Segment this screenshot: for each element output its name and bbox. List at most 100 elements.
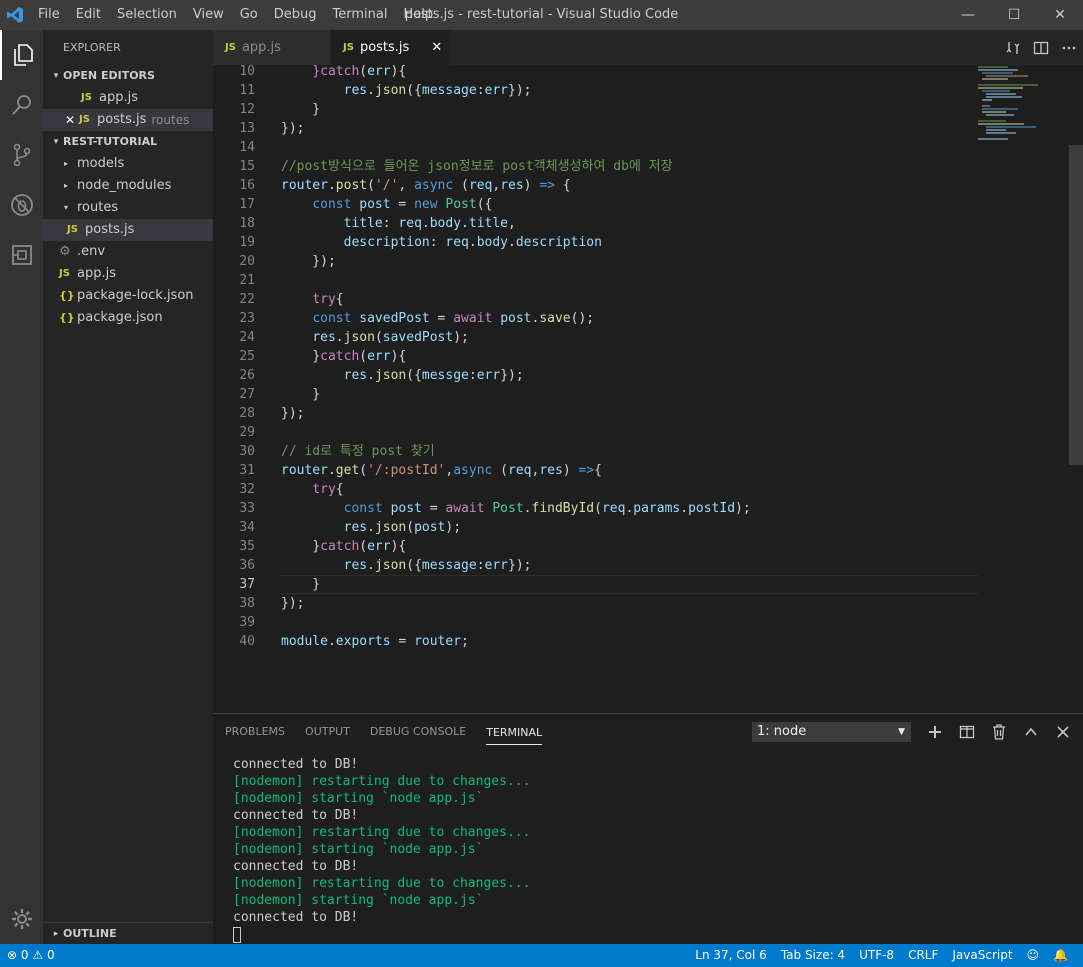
- code-line: 34 res.json(post);: [213, 518, 1083, 537]
- terminal-cursor: [233, 926, 241, 943]
- tab-posts-js[interactable]: JS posts.js ✕: [331, 30, 451, 65]
- tree-file-posts-js[interactable]: JS posts.js: [43, 219, 213, 241]
- maximize-button[interactable]: ☐: [991, 0, 1037, 30]
- menu-file[interactable]: File: [30, 0, 68, 30]
- tree-file-app-js[interactable]: JS app.js: [43, 263, 213, 285]
- menu-edit[interactable]: Edit: [68, 0, 109, 30]
- code-token: });: [508, 83, 532, 98]
- tree-file-package-json[interactable]: {} package.json: [43, 307, 213, 329]
- tree-file-package-lock-json[interactable]: {} package-lock.json: [43, 285, 213, 307]
- open-editor-item-app-js[interactable]: JS app.js: [43, 87, 213, 109]
- code-token: (: [594, 501, 602, 516]
- code-text: res.json(savedPost);: [281, 328, 469, 347]
- code-line: 17 const post = new Post({: [213, 195, 1083, 214]
- manage-button[interactable]: [0, 904, 43, 934]
- terminal-prompt[interactable]: [233, 926, 1073, 943]
- terminal-select[interactable]: 1: node ▼: [752, 722, 911, 742]
- tab-output[interactable]: OUTPUT: [305, 714, 350, 750]
- code-token: .: [468, 235, 477, 250]
- code-token: }: [281, 577, 321, 592]
- tree-folder-models[interactable]: ▸ models: [43, 153, 213, 175]
- tree-folder-routes[interactable]: ▾ routes: [43, 197, 213, 219]
- panel-actions: [919, 720, 1079, 744]
- cursor-position[interactable]: Ln 37, Col 6: [688, 944, 774, 967]
- menu-help[interactable]: Help: [395, 0, 441, 30]
- code-token: ){: [390, 65, 407, 79]
- open-changes-button[interactable]: [999, 30, 1027, 65]
- end-of-line[interactable]: CRLF: [901, 944, 945, 967]
- source-control-activity-button[interactable]: [0, 130, 43, 180]
- project-header[interactable]: ▾ REST-TUTORIAL: [43, 131, 213, 153]
- code-token: ){: [390, 539, 407, 554]
- minimap[interactable]: [978, 65, 1068, 155]
- code-token: );: [445, 520, 462, 535]
- kill-terminal-button[interactable]: [983, 720, 1015, 744]
- code-token: Post: [492, 501, 524, 516]
- code-token: .: [508, 235, 516, 250]
- extensions-activity-button[interactable]: [0, 230, 43, 280]
- code-line: 40 module.exports = router;: [213, 632, 1083, 651]
- bell-icon[interactable]: 🔔: [1046, 944, 1075, 967]
- menu-view[interactable]: View: [185, 0, 232, 30]
- feedback-icon[interactable]: ☺: [1020, 944, 1047, 967]
- split-editor-button[interactable]: [1027, 30, 1055, 65]
- code-text: // id로 특정 post 찾기: [281, 442, 435, 461]
- code-text: title: req.body.title,: [281, 214, 516, 233]
- problems-status[interactable]: ⊗ 0 ⚠ 0: [0, 944, 62, 967]
- encoding[interactable]: UTF-8: [852, 944, 901, 967]
- explorer-activity-button[interactable]: [0, 30, 43, 80]
- new-terminal-button[interactable]: [919, 720, 951, 744]
- menu-debug[interactable]: Debug: [266, 0, 325, 30]
- open-editors-label: OPEN EDITORS: [63, 69, 155, 82]
- code-token: .: [335, 330, 344, 345]
- code-token: json: [374, 520, 407, 535]
- debug-activity-button[interactable]: [0, 180, 43, 230]
- open-editor-item-posts-js[interactable]: ✕ JS posts.js routes: [43, 109, 213, 131]
- vscode-logo-icon: [0, 0, 30, 30]
- code-line: 20 });: [213, 252, 1083, 271]
- code-token: res: [343, 83, 368, 98]
- maximize-panel-button[interactable]: [1015, 720, 1047, 744]
- tab-size[interactable]: Tab Size: 4: [774, 944, 852, 967]
- open-editors-header[interactable]: ▾ OPEN EDITORS: [43, 65, 213, 87]
- code-token: await: [445, 501, 485, 516]
- close-panel-button[interactable]: [1047, 720, 1079, 744]
- code-line: 12 }: [213, 100, 1083, 119]
- line-number: 36: [239, 558, 255, 573]
- code-token: .: [327, 634, 336, 649]
- tree-folder-node-modules[interactable]: ▸ node_modules: [43, 175, 213, 197]
- terminal-line: connected to DB!: [233, 859, 359, 874]
- plus-icon: [929, 726, 941, 738]
- tree-file-env[interactable]: ⚙ .env: [43, 241, 213, 263]
- language-mode[interactable]: JavaScript: [945, 944, 1019, 967]
- more-actions-button[interactable]: [1055, 30, 1083, 65]
- close-icon[interactable]: ✕: [61, 109, 79, 131]
- close-window-button[interactable]: ✕: [1037, 0, 1083, 30]
- minimize-button[interactable]: —: [945, 0, 991, 30]
- code-token: ){: [390, 349, 407, 364]
- code-token: res: [539, 463, 563, 478]
- tab-debug-console[interactable]: DEBUG CONSOLE: [370, 714, 466, 750]
- tab-terminal[interactable]: TERMINAL: [486, 720, 543, 745]
- menu-go[interactable]: Go: [232, 0, 266, 30]
- split-terminal-button[interactable]: [951, 720, 983, 744]
- code-token: new: [414, 197, 438, 212]
- menu-selection[interactable]: Selection: [109, 0, 185, 30]
- outline-header[interactable]: ▸ OUTLINE: [43, 922, 213, 944]
- search-activity-button[interactable]: [0, 80, 43, 130]
- code-text: });: [281, 252, 336, 271]
- open-editor-label: posts.js: [97, 112, 147, 127]
- menu-terminal[interactable]: Terminal: [325, 0, 396, 30]
- tab-problems[interactable]: PROBLEMS: [225, 714, 285, 750]
- terminal-output[interactable]: connected to DB! [nodemon] restarting due…: [233, 756, 1073, 943]
- tab-app-js[interactable]: JS app.js: [213, 30, 331, 65]
- menu-bar: File Edit Selection View Go Debug Terminal Help: [30, 0, 441, 30]
- editor-scrollbar[interactable]: [1069, 145, 1083, 465]
- close-icon[interactable]: ✕: [431, 40, 442, 55]
- line-number: 11: [239, 83, 255, 98]
- code-token: json: [374, 558, 407, 573]
- code-line: 15 //post방식으로 들어온 json정보로 post객체생성하여 db에 …: [213, 157, 1083, 176]
- code-line: 11 res.json({message:err});: [213, 81, 1083, 100]
- code-editor[interactable]: 10 }catch(err){11 res.json({message:err}…: [213, 65, 1083, 713]
